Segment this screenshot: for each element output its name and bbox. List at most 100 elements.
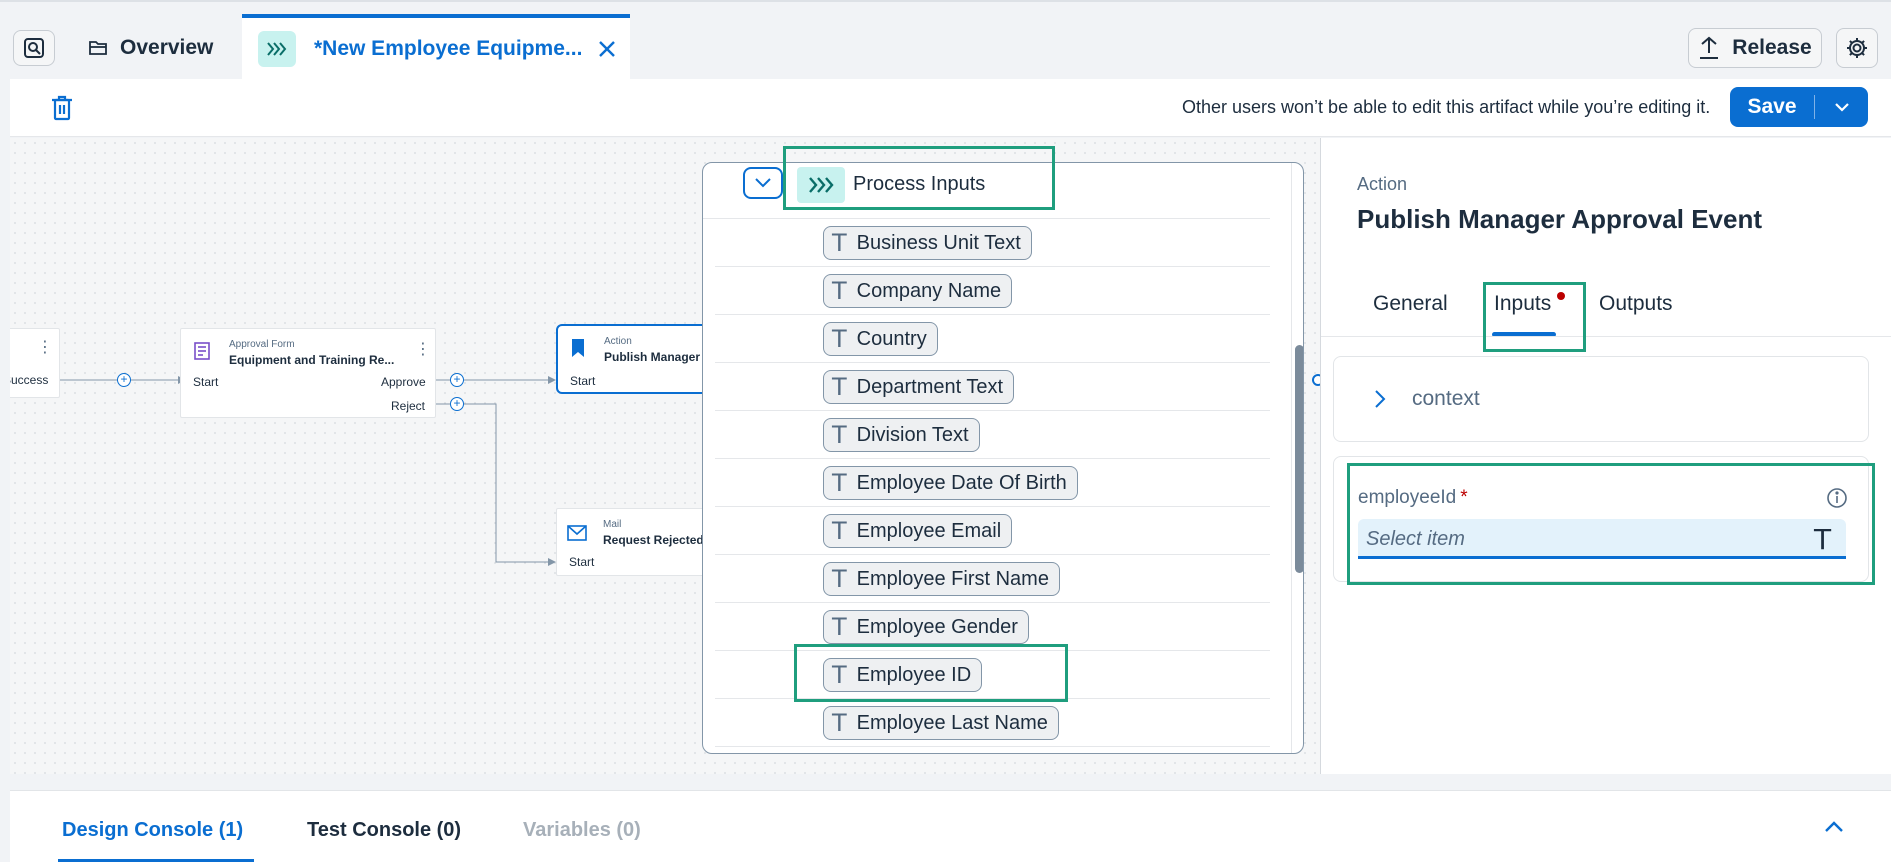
text-type-icon: T bbox=[832, 229, 847, 257]
text-type-icon: T bbox=[832, 469, 847, 497]
delete-icon[interactable] bbox=[50, 95, 74, 121]
option-label: Division Text bbox=[856, 423, 969, 446]
tab-overview[interactable]: Overview bbox=[88, 30, 213, 66]
text-type-icon: T bbox=[832, 373, 847, 401]
mail-icon bbox=[567, 525, 587, 541]
start-port: Start bbox=[193, 375, 219, 389]
top-tab-bar: Overview *New Employee Equipme... Releas… bbox=[0, 0, 1891, 80]
highlight-employee-id-field bbox=[1347, 463, 1875, 585]
option-company-name[interactable]: T Company Name bbox=[823, 274, 1013, 308]
context-section[interactable]: context bbox=[1333, 356, 1869, 442]
highlight-employee-id bbox=[794, 644, 1068, 702]
list-item[interactable]: T Employee Last Name bbox=[715, 699, 1270, 747]
save-button[interactable]: Save bbox=[1730, 87, 1868, 127]
editor-toolbar: Other users won’t be able to edit this a… bbox=[10, 79, 1891, 137]
option-label: Employee Gender bbox=[856, 615, 1018, 638]
text-type-icon: T bbox=[832, 421, 847, 449]
process-badge bbox=[258, 31, 296, 67]
approve-port: Approve bbox=[381, 375, 426, 389]
search-artifact-button[interactable] bbox=[13, 30, 55, 66]
add-step-icon[interactable]: + bbox=[117, 373, 131, 387]
add-reject-step-icon[interactable]: + bbox=[450, 397, 464, 411]
node-name: Request Rejected bbox=[603, 533, 704, 547]
node-type: Action bbox=[604, 336, 632, 347]
panel-title: Publish Manager Approval Event bbox=[1357, 204, 1763, 234]
collapse-button[interactable] bbox=[743, 167, 783, 199]
text-type-icon: T bbox=[832, 613, 847, 641]
chevron-right-icon[interactable] bbox=[1374, 389, 1386, 409]
text-type-icon: T bbox=[832, 517, 847, 545]
option-business-unit-text[interactable]: T Business Unit Text bbox=[823, 226, 1032, 260]
save-label: Save bbox=[1747, 95, 1797, 118]
option-label: Department Text bbox=[856, 375, 1004, 398]
active-tab-title: *New Employee Equipme... bbox=[314, 37, 583, 60]
dropdown-scrollbar[interactable] bbox=[1291, 163, 1303, 753]
tabs-divider bbox=[1321, 336, 1891, 337]
tab-overview-label: Overview bbox=[120, 36, 214, 59]
reject-port: Reject bbox=[391, 399, 426, 413]
folder-icon bbox=[89, 41, 107, 55]
list-item[interactable]: T Division Text bbox=[715, 411, 1270, 459]
option-label: Employee Date Of Birth bbox=[856, 471, 1067, 494]
save-options-button[interactable] bbox=[1815, 102, 1868, 112]
option-employee-last-name[interactable]: T Employee Last Name bbox=[823, 706, 1059, 740]
tab-new-employee-equipment[interactable]: *New Employee Equipme... bbox=[242, 14, 630, 80]
tab-outputs[interactable]: Outputs bbox=[1599, 292, 1673, 316]
more-icon[interactable]: ⋮ bbox=[37, 337, 53, 357]
list-item[interactable]: T Employee Email bbox=[715, 507, 1270, 555]
node-name: Equipment and Training Re... bbox=[229, 353, 395, 367]
option-department-text[interactable]: T Department Text bbox=[823, 370, 1015, 404]
start-port: Start bbox=[569, 555, 595, 569]
list-item[interactable]: T Company Name bbox=[715, 267, 1270, 315]
process-chevrons-icon bbox=[267, 42, 287, 56]
option-label: Employee Email bbox=[856, 519, 1002, 542]
option-label: Business Unit Text bbox=[856, 231, 1021, 254]
connector-handle[interactable] bbox=[1312, 374, 1320, 386]
option-employee-first-name[interactable]: T Employee First Name bbox=[823, 562, 1060, 596]
option-employee-gender[interactable]: T Employee Gender bbox=[823, 610, 1029, 644]
mail-node[interactable]: Mail Request Rejected Start bbox=[556, 508, 716, 576]
tab-general[interactable]: General bbox=[1373, 292, 1448, 316]
action-node[interactable]: Action Publish Manager A Start bbox=[556, 324, 716, 394]
more-icon[interactable]: ⋮ bbox=[415, 339, 431, 359]
option-country[interactable]: T Country bbox=[823, 322, 938, 356]
bookmark-icon bbox=[572, 339, 584, 357]
option-label: Employee Last Name bbox=[856, 711, 1048, 734]
list-item[interactable]: T Employee Date Of Birth bbox=[715, 459, 1270, 507]
console-bar: Design Console (1) Test Console (0) Vari… bbox=[10, 790, 1891, 862]
option-employee-email[interactable]: T Employee Email bbox=[823, 514, 1013, 548]
approval-form-node[interactable]: Approval Form Equipment and Training Re.… bbox=[180, 328, 436, 418]
scrollbar-thumb[interactable] bbox=[1295, 345, 1303, 573]
node-name: Publish Manager A bbox=[604, 350, 712, 364]
previous-node[interactable]: ⋮ Success bbox=[10, 328, 60, 398]
start-port: Start bbox=[570, 374, 596, 388]
close-icon[interactable] bbox=[598, 40, 616, 58]
gear-icon bbox=[1847, 38, 1867, 58]
node-type: Mail bbox=[603, 519, 622, 530]
release-label: Release bbox=[1732, 36, 1812, 59]
option-division-text[interactable]: T Division Text bbox=[823, 418, 980, 452]
tab-design-console[interactable]: Design Console (1) bbox=[62, 819, 243, 842]
option-employee-date-of-birth[interactable]: T Employee Date Of Birth bbox=[823, 466, 1078, 500]
text-type-icon: T bbox=[832, 709, 847, 737]
edit-lock-notice: Other users won’t be able to edit this a… bbox=[1182, 97, 1711, 117]
panel-type-label: Action bbox=[1357, 174, 1408, 194]
list-item-partial bbox=[715, 747, 1270, 753]
list-item[interactable]: T Country bbox=[715, 315, 1270, 363]
search-icon bbox=[24, 38, 44, 58]
tab-variables[interactable]: Variables (0) bbox=[523, 819, 641, 842]
list-item[interactable]: T Department Text bbox=[715, 363, 1270, 411]
chevron-up-icon[interactable] bbox=[1824, 819, 1844, 833]
chevron-down-icon bbox=[1834, 103, 1849, 112]
context-label: context bbox=[1412, 387, 1480, 410]
upload-icon bbox=[1700, 36, 1719, 59]
option-label: Country bbox=[856, 327, 927, 350]
settings-button[interactable] bbox=[1836, 28, 1878, 68]
list-item[interactable]: T Employee First Name bbox=[715, 555, 1270, 603]
text-type-icon: T bbox=[832, 277, 847, 305]
tab-test-console[interactable]: Test Console (0) bbox=[307, 819, 461, 842]
release-button[interactable]: Release bbox=[1688, 28, 1822, 68]
list-item[interactable]: T Business Unit Text bbox=[715, 219, 1270, 267]
text-type-icon: T bbox=[832, 325, 847, 353]
add-approve-step-icon[interactable]: + bbox=[450, 373, 464, 387]
